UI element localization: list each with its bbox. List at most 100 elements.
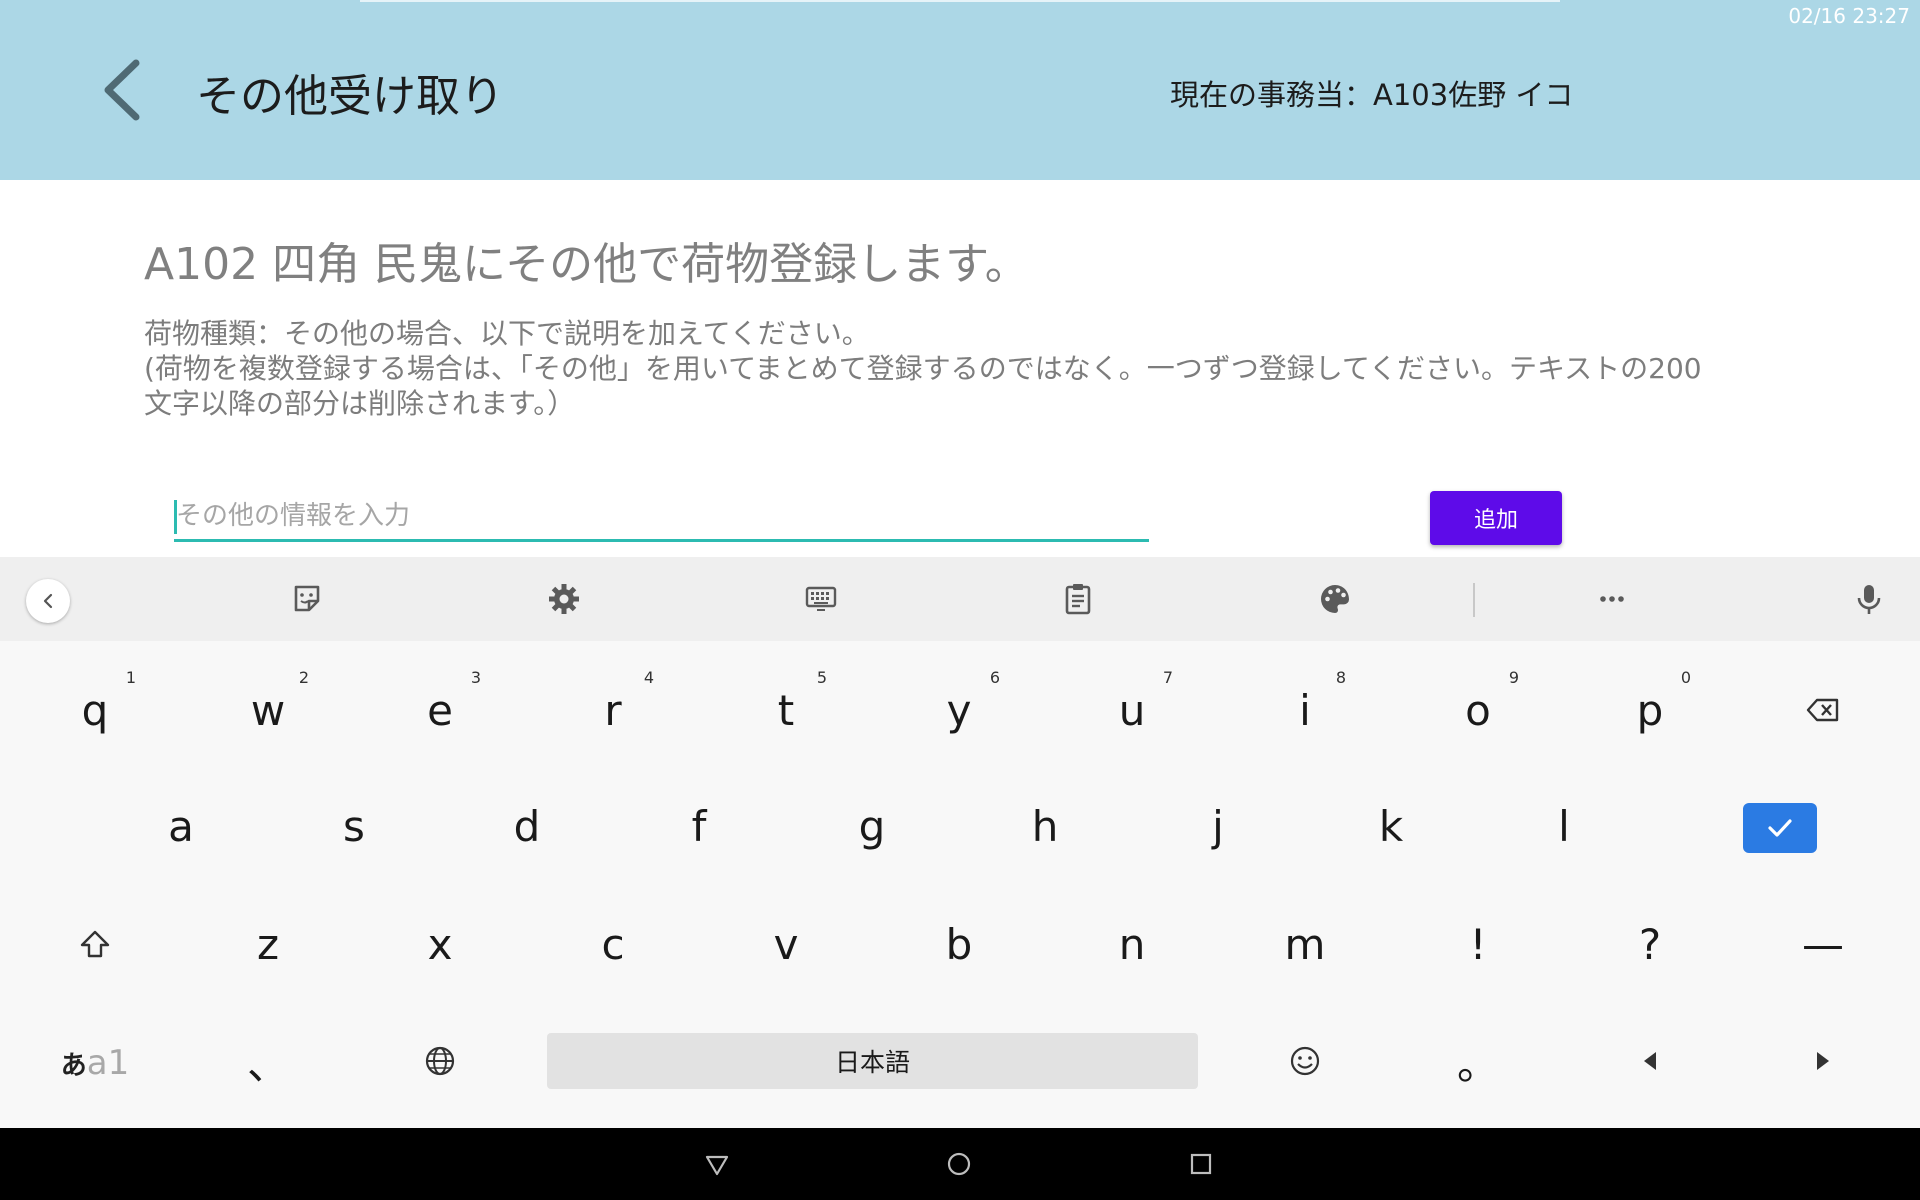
- nav-home-button[interactable]: [941, 1146, 977, 1182]
- key-hint: 2: [298, 668, 309, 687]
- key-s[interactable]: s: [279, 776, 429, 876]
- voice-input-button[interactable]: [1849, 579, 1889, 619]
- key-f[interactable]: f: [624, 776, 774, 876]
- key-h[interactable]: h: [970, 776, 1120, 876]
- circle-icon: [947, 1152, 971, 1176]
- registration-headline: A102 四角 民鬼にその他で荷物登録します。: [144, 239, 1029, 290]
- add-button[interactable]: 追加: [1430, 491, 1562, 545]
- shift-key[interactable]: [20, 894, 170, 994]
- key-dash[interactable]: —: [1748, 894, 1898, 994]
- key-hint: 5: [816, 668, 827, 687]
- key-j[interactable]: j: [1143, 776, 1293, 876]
- key-label: t: [777, 685, 795, 735]
- key-hint: 3: [470, 668, 481, 687]
- sticker-button[interactable]: [287, 579, 327, 619]
- triangle-right-icon: [1817, 1052, 1829, 1070]
- emoji-key[interactable]: [1230, 1011, 1380, 1111]
- clipboard-button[interactable]: [1058, 579, 1098, 619]
- key-hint: 0: [1680, 668, 1691, 687]
- emoji-icon: [1290, 1046, 1320, 1076]
- mic-icon: [1857, 585, 1881, 614]
- key-label: u: [1118, 685, 1146, 735]
- key-e[interactable]: e3: [365, 660, 515, 760]
- key-d[interactable]: d: [452, 776, 602, 876]
- app-header: 02/16 23:27 その他受け取り 現在の事務当：A103佐野 イコ: [0, 0, 1920, 180]
- key-hint: 4: [643, 668, 654, 687]
- key-hint: 9: [1508, 668, 1519, 687]
- cursor-left-key[interactable]: [1575, 1011, 1725, 1111]
- triangle-down-icon: [705, 1155, 729, 1176]
- key-x[interactable]: x: [365, 894, 515, 994]
- key-label: o: [1465, 685, 1491, 735]
- enter-key[interactable]: [1743, 803, 1817, 853]
- key-i[interactable]: i8: [1230, 660, 1380, 760]
- key-y[interactable]: y6: [884, 660, 1034, 760]
- toolbar-divider: [1473, 583, 1475, 617]
- mode-label-alnum: a1: [86, 1043, 130, 1083]
- key-a[interactable]: a: [106, 776, 256, 876]
- text-caret: [174, 500, 177, 534]
- keyboard-toolbar: [0, 557, 1920, 641]
- square-icon: [1190, 1153, 1212, 1175]
- key-hint: 8: [1335, 668, 1346, 687]
- key-u[interactable]: u7: [1057, 660, 1207, 760]
- key-label: w: [250, 685, 286, 735]
- key-o[interactable]: o9: [1403, 660, 1553, 760]
- key-c[interactable]: c: [538, 894, 688, 994]
- key-label: q: [81, 685, 109, 735]
- key-label: y: [946, 685, 972, 735]
- sticker-icon: [294, 585, 320, 612]
- globe-icon: [425, 1046, 455, 1076]
- key-n[interactable]: n: [1057, 894, 1207, 994]
- nav-recents-button[interactable]: [1183, 1146, 1219, 1182]
- key-t[interactable]: t5: [711, 660, 861, 760]
- system-nav-bar: [0, 1128, 1920, 1200]
- key-q[interactable]: q1: [20, 660, 170, 760]
- instructions: 荷物種類：その他の場合、以下で説明を加えてください。 (荷物を複数登録する場合は…: [144, 316, 1844, 421]
- key-exclamation[interactable]: !: [1403, 894, 1553, 994]
- key-question[interactable]: ?: [1575, 894, 1725, 994]
- more-icon: [1600, 596, 1624, 602]
- key-hint: 1: [125, 668, 136, 687]
- instructions-line: 文字以降の部分は削除されます。）: [144, 387, 576, 420]
- soft-keyboard: q1 w2 e3 r4 t5 y6 u7 i8 o9 p0 a s d f g …: [0, 557, 1920, 1128]
- header-top-line: [360, 0, 1560, 2]
- space-key[interactable]: 日本語: [547, 1033, 1198, 1089]
- key-hint: 6: [989, 668, 1000, 687]
- theme-button[interactable]: [1315, 579, 1355, 619]
- key-k[interactable]: k: [1316, 776, 1466, 876]
- more-button[interactable]: [1592, 579, 1632, 619]
- key-b[interactable]: b: [884, 894, 1034, 994]
- mode-label-kana: あ: [60, 1050, 87, 1081]
- keyboard-mode-button[interactable]: [801, 579, 841, 619]
- other-info-field[interactable]: [174, 494, 1149, 542]
- key-l[interactable]: l: [1489, 776, 1639, 876]
- status-clock: 02/16 23:27: [1788, 4, 1910, 28]
- key-w[interactable]: w2: [193, 660, 343, 760]
- language-key[interactable]: [365, 1011, 515, 1111]
- other-info-input[interactable]: [174, 494, 1149, 538]
- key-z[interactable]: z: [193, 894, 343, 994]
- key-label: r: [604, 685, 622, 735]
- cursor-right-key[interactable]: [1748, 1011, 1898, 1111]
- gear-icon: [549, 584, 579, 614]
- keyboard-icon: [805, 586, 837, 611]
- key-label: p: [1636, 685, 1664, 735]
- check-icon: [1768, 819, 1792, 837]
- chevron-left-icon: [43, 593, 53, 609]
- collapse-toolbar-button[interactable]: [26, 579, 70, 623]
- backspace-key[interactable]: [1748, 660, 1898, 760]
- nav-back-button[interactable]: [699, 1146, 735, 1182]
- settings-button[interactable]: [544, 579, 584, 619]
- key-period[interactable]: 。: [1403, 1011, 1553, 1111]
- page-title: その他受け取り: [196, 71, 504, 122]
- back-button[interactable]: [96, 55, 156, 125]
- key-hint: 7: [1162, 668, 1173, 687]
- key-g[interactable]: g: [797, 776, 947, 876]
- key-v[interactable]: v: [711, 894, 861, 994]
- key-p[interactable]: p0: [1575, 660, 1725, 760]
- key-m[interactable]: m: [1230, 894, 1380, 994]
- input-mode-key[interactable]: あ a1: [40, 1033, 150, 1093]
- key-r[interactable]: r4: [538, 660, 688, 760]
- key-comma[interactable]: 、: [193, 1011, 343, 1111]
